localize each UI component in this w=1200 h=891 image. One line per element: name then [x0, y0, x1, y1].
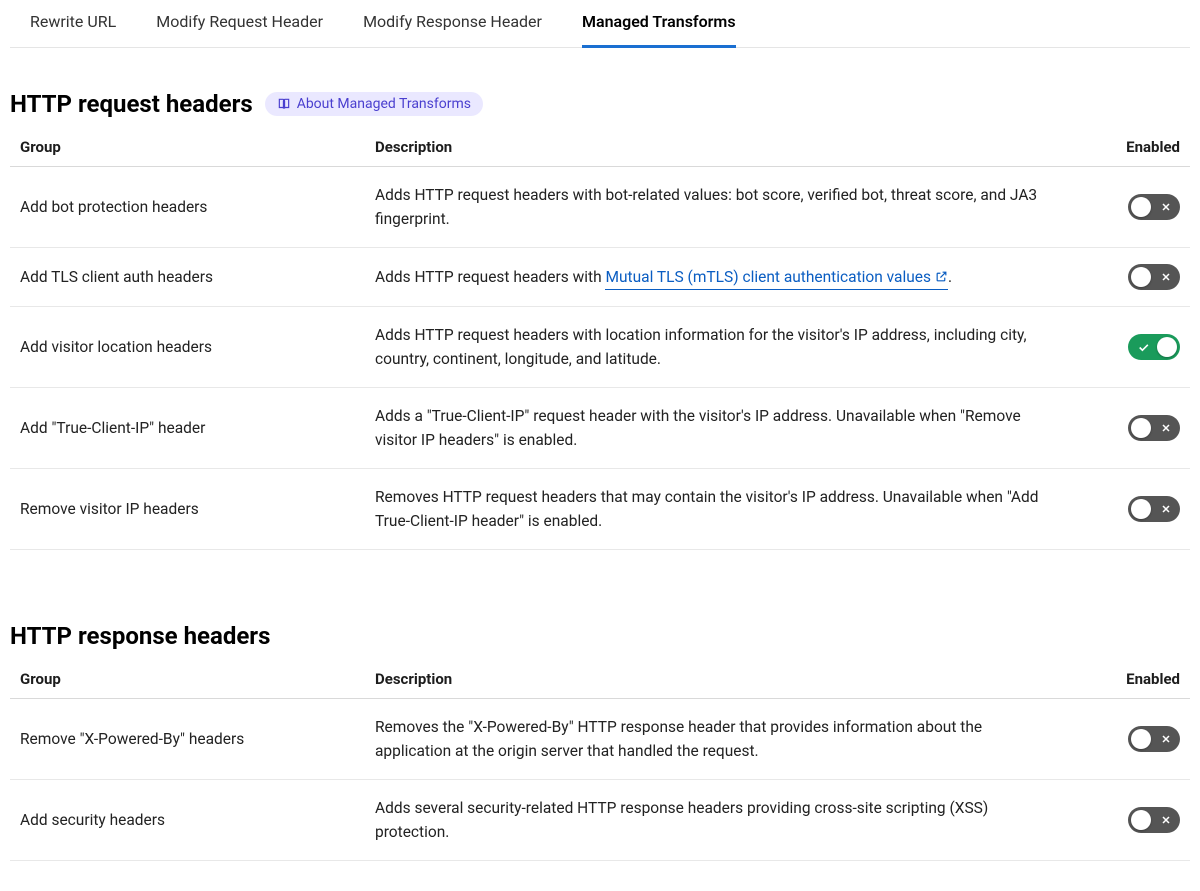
tab-rewrite-url[interactable]: Rewrite URL: [30, 0, 116, 48]
toggle-remove-visitor-ip[interactable]: [1128, 496, 1180, 522]
request-section-title: HTTP request headers: [10, 90, 253, 118]
table-row: Remove visitor IP headers Removes HTTP r…: [10, 469, 1190, 550]
column-header-description: Description: [375, 670, 1070, 688]
check-icon: [1133, 337, 1153, 357]
toggle-remove-x-powered-by[interactable]: [1128, 726, 1180, 752]
x-icon: [1156, 729, 1176, 749]
about-managed-transforms-link[interactable]: About Managed Transforms: [265, 92, 483, 116]
toggle-knob: [1131, 810, 1151, 830]
table-row: Add visitor location headers Adds HTTP r…: [10, 307, 1190, 388]
table-row: Add "True-Client-IP" header Adds a "True…: [10, 388, 1190, 469]
mtls-link[interactable]: Mutual TLS (mTLS) client authentication …: [605, 265, 948, 290]
row-description: Adds HTTP request headers with location …: [375, 323, 1070, 371]
external-link-icon: [935, 270, 948, 283]
row-description: Adds several security-related HTTP respo…: [375, 796, 1070, 844]
row-group-label: Add security headers: [20, 811, 375, 829]
table-row: Add TLS client auth headers Adds HTTP re…: [10, 248, 1190, 307]
row-group-label: Remove "X-Powered-By" headers: [20, 730, 375, 748]
column-header-group: Group: [20, 670, 375, 688]
column-header-group: Group: [20, 138, 375, 156]
toggle-knob: [1131, 418, 1151, 438]
toggle-tls-client-auth[interactable]: [1128, 264, 1180, 290]
row-group-label: Add "True-Client-IP" header: [20, 419, 375, 437]
row-description: Removes the "X-Powered-By" HTTP response…: [375, 715, 1070, 763]
book-icon: [277, 97, 291, 111]
table-row: Add bot protection headers Adds HTTP req…: [10, 167, 1190, 248]
toggle-knob: [1131, 197, 1151, 217]
request-headers-section: HTTP request headers About Managed Trans…: [10, 90, 1190, 580]
toggle-knob: [1131, 729, 1151, 749]
tab-modify-response-header[interactable]: Modify Response Header: [363, 0, 542, 48]
response-section-title: HTTP response headers: [10, 622, 270, 650]
toggle-add-security-headers[interactable]: [1128, 807, 1180, 833]
x-icon: [1156, 810, 1176, 830]
tab-managed-transforms[interactable]: Managed Transforms: [582, 0, 736, 48]
tabs-nav: Rewrite URL Modify Request Header Modify…: [10, 0, 1190, 48]
column-header-enabled: Enabled: [1070, 138, 1180, 156]
toggle-knob: [1157, 337, 1177, 357]
tab-modify-request-header[interactable]: Modify Request Header: [156, 0, 323, 48]
row-group-label: Add bot protection headers: [20, 198, 375, 216]
response-table-header: Group Description Enabled: [10, 660, 1190, 699]
row-group-label: Add visitor location headers: [20, 338, 375, 356]
toggle-knob: [1131, 267, 1151, 287]
row-description: Adds a "True-Client-IP" request header w…: [375, 404, 1070, 452]
row-group-label: Add TLS client auth headers: [20, 268, 375, 286]
x-icon: [1156, 267, 1176, 287]
row-group-label: Remove visitor IP headers: [20, 500, 375, 518]
row-description: Removes HTTP request headers that may co…: [375, 485, 1070, 533]
request-table-header: Group Description Enabled: [10, 128, 1190, 167]
x-icon: [1156, 499, 1176, 519]
table-row: Add security headers Adds several securi…: [10, 780, 1190, 861]
column-header-description: Description: [375, 138, 1070, 156]
column-header-enabled: Enabled: [1070, 670, 1180, 688]
about-link-label: About Managed Transforms: [297, 96, 471, 112]
x-icon: [1156, 418, 1176, 438]
toggle-bot-protection[interactable]: [1128, 194, 1180, 220]
toggle-true-client-ip[interactable]: [1128, 415, 1180, 441]
toggle-visitor-location[interactable]: [1128, 334, 1180, 360]
row-description: Adds HTTP request headers with Mutual TL…: [375, 265, 1070, 290]
row-description: Adds HTTP request headers with bot-relat…: [375, 183, 1070, 231]
table-row: Remove "X-Powered-By" headers Removes th…: [10, 699, 1190, 780]
response-headers-section: HTTP response headers Group Description …: [10, 622, 1190, 891]
toggle-knob: [1131, 499, 1151, 519]
x-icon: [1156, 197, 1176, 217]
